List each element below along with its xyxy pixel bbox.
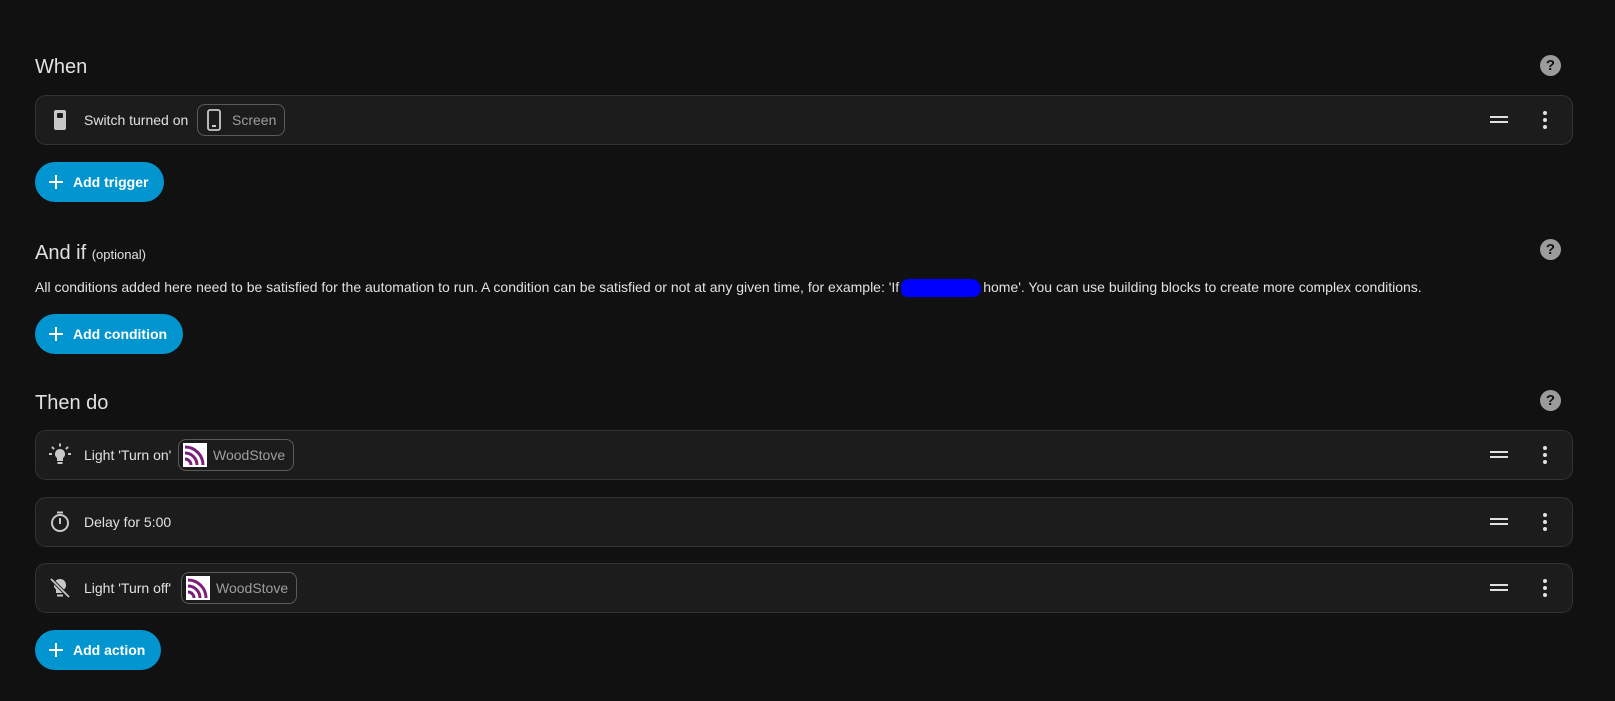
action-row-light-off[interactable]: Light 'Turn off' WoodStove xyxy=(35,563,1573,613)
conditions-description: All conditions added here need to be sat… xyxy=(35,279,1422,298)
more-options-icon[interactable] xyxy=(1533,576,1557,600)
drag-handle-icon[interactable] xyxy=(1487,580,1511,596)
more-options-icon[interactable] xyxy=(1533,443,1557,467)
chip-label: WoodStove xyxy=(216,580,289,596)
when-title: When xyxy=(35,56,88,78)
lightbulb-off-icon xyxy=(48,576,72,600)
redaction-mark xyxy=(901,279,982,298)
drag-handle-icon[interactable] xyxy=(1487,112,1511,128)
action-label: Light 'Turn off' xyxy=(84,580,172,596)
add-condition-button[interactable]: Add condition xyxy=(35,314,184,354)
desc-before: All conditions added here need to be sat… xyxy=(35,279,900,295)
action-row-light-on[interactable]: Light 'Turn on' WoodStove xyxy=(35,430,1573,480)
chip-label: WoodStove xyxy=(213,447,286,463)
when-help-icon[interactable]: ? xyxy=(1540,55,1561,76)
timer-icon xyxy=(48,510,72,534)
trigger-label: Switch turned on xyxy=(84,112,189,128)
entity-chip-woodstove[interactable]: WoodStove xyxy=(181,572,298,604)
drag-handle-icon[interactable] xyxy=(1487,514,1511,530)
actions-help-icon[interactable]: ? xyxy=(1540,390,1561,411)
more-options-icon[interactable] xyxy=(1533,510,1557,534)
conditions-title-text: And if xyxy=(35,242,87,264)
drag-handle-icon[interactable] xyxy=(1487,447,1511,463)
more-options-icon[interactable] xyxy=(1533,108,1557,132)
optional-tag: (optional) xyxy=(91,247,146,262)
plus-icon xyxy=(49,643,63,657)
woodstove-logo-icon xyxy=(186,576,210,600)
chip-label: Screen xyxy=(232,112,277,128)
switch-icon xyxy=(48,108,72,132)
action-label: Delay for 5:00 xyxy=(84,514,172,530)
action-label: Light 'Turn on' xyxy=(84,447,172,463)
add-trigger-label: Add trigger xyxy=(73,174,149,190)
conditions-title: And if (optional) xyxy=(35,242,146,265)
plus-icon xyxy=(49,175,63,189)
plus-icon xyxy=(49,327,63,341)
entity-chip-screen[interactable]: Screen xyxy=(197,104,286,136)
desc-after: home'. You can use building blocks to cr… xyxy=(983,279,1422,295)
add-action-button[interactable]: Add action xyxy=(35,630,162,670)
woodstove-logo-icon xyxy=(183,443,207,467)
add-trigger-button[interactable]: Add trigger xyxy=(35,162,165,202)
action-row-delay[interactable]: Delay for 5:00 xyxy=(35,497,1573,547)
lightbulb-on-icon xyxy=(48,443,72,467)
actions-title: Then do xyxy=(35,392,109,414)
add-condition-label: Add condition xyxy=(73,326,168,342)
entity-chip-woodstove[interactable]: WoodStove xyxy=(178,439,295,471)
conditions-help-icon[interactable]: ? xyxy=(1540,239,1561,260)
cellphone-icon xyxy=(202,108,226,132)
trigger-row[interactable]: Switch turned on Screen xyxy=(35,95,1573,145)
add-action-label: Add action xyxy=(73,642,146,658)
